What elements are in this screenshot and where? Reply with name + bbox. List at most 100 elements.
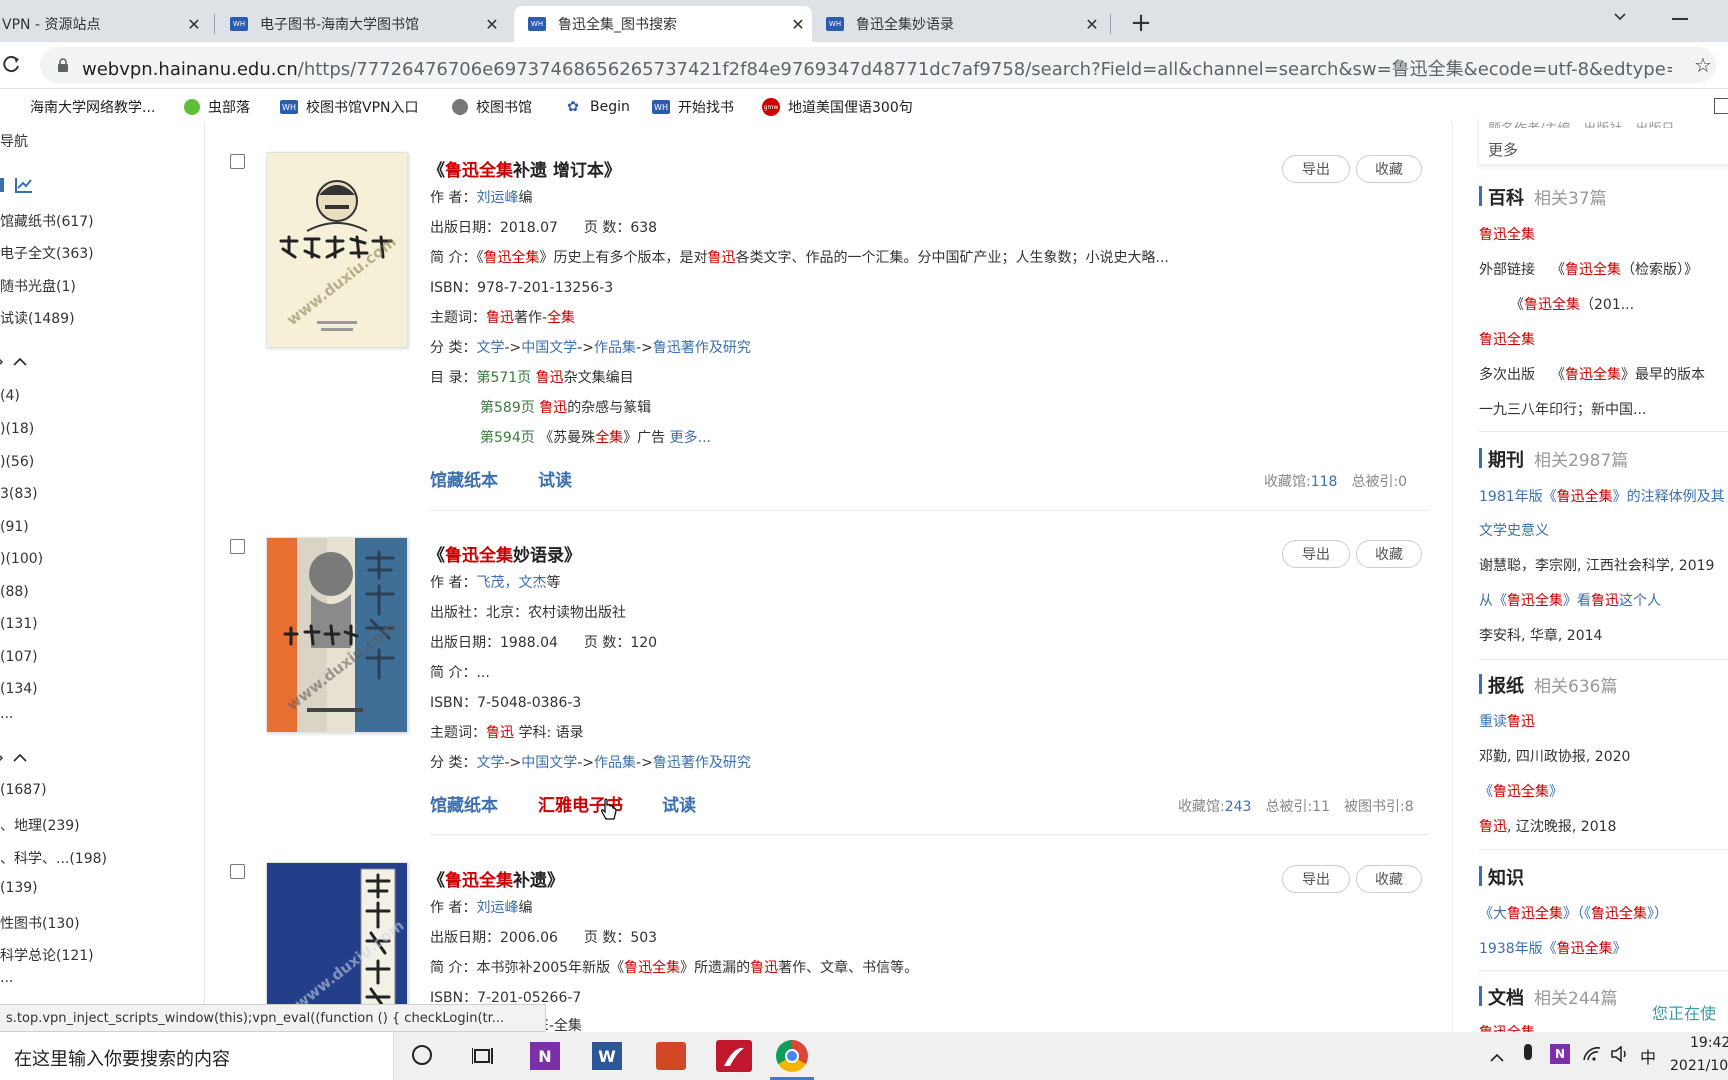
chrome-app-icon[interactable] bbox=[776, 1040, 808, 1072]
favorite-button[interactable]: 收藏 bbox=[1356, 155, 1422, 183]
facet-subject-item[interactable]: 科学总论(121) bbox=[0, 945, 94, 965]
favorite-button[interactable]: 收藏 bbox=[1356, 865, 1422, 893]
trial-read-link[interactable]: 试读 bbox=[662, 791, 696, 816]
reading-list-icon[interactable] bbox=[1714, 98, 1728, 114]
paper-holding-link[interactable]: 馆藏纸本 bbox=[430, 466, 498, 491]
class-link[interactable]: 鲁迅著作及研究 bbox=[653, 340, 751, 356]
journal-link[interactable]: 文学史意义 bbox=[1479, 520, 1549, 540]
online-service-float[interactable]: 您正在使 bbox=[1652, 1000, 1716, 1024]
microphone-icon[interactable] bbox=[1524, 1044, 1532, 1060]
knowledge-link[interactable]: 《大鲁迅全集》（《鲁迅全集》） bbox=[1479, 903, 1668, 923]
lock-icon[interactable] bbox=[56, 57, 70, 77]
paper-holding-link[interactable]: 馆藏纸本 bbox=[430, 791, 498, 816]
baike-link[interactable]: 鲁迅全集 bbox=[1479, 224, 1535, 244]
tab-ebook[interactable]: WH 电子图书-海南大学图书馆 ✕ bbox=[216, 6, 506, 42]
doc-link-cut[interactable]: 鲁迅全集 bbox=[1479, 1022, 1579, 1032]
section-baike-heading[interactable]: 百科 相关37篇 bbox=[1488, 184, 1607, 210]
section-journal-heading[interactable]: 期刊 相关2987篇 bbox=[1488, 446, 1628, 472]
facet-year-item[interactable]: (91) bbox=[0, 519, 29, 535]
bookmark-wangluo[interactable]: 海南大学网络教学... bbox=[30, 94, 155, 120]
toc-link[interactable]: 第589页 bbox=[480, 400, 535, 416]
class-link[interactable]: 作品集 bbox=[594, 755, 636, 771]
related-top-more[interactable]: 更多 bbox=[1488, 139, 1518, 160]
author-link[interactable]: 飞茂，文杰 bbox=[476, 575, 546, 591]
facet-year-item[interactable]: (107) bbox=[0, 649, 38, 665]
author-link[interactable]: 刘运峰 bbox=[476, 900, 518, 916]
bookmark-vpn-entry[interactable]: WH 校图书馆VPN入口 bbox=[280, 94, 419, 120]
tab-miaoyulu[interactable]: WH 鲁迅全集妙语录 ✕ bbox=[812, 6, 1106, 42]
result-title[interactable]: 《鲁迅全集补遗》 bbox=[428, 866, 564, 891]
volume-icon[interactable] bbox=[1610, 1045, 1630, 1066]
export-button[interactable]: 导出 bbox=[1282, 155, 1350, 183]
favorite-button[interactable]: 收藏 bbox=[1356, 540, 1422, 568]
facet-year-item[interactable]: )(100) bbox=[0, 551, 43, 567]
new-tab-button[interactable]: + bbox=[1124, 6, 1158, 40]
reload-icon[interactable] bbox=[2, 54, 22, 78]
close-icon[interactable]: ✕ bbox=[1078, 15, 1106, 34]
facet-subject-item[interactable]: 、科学、...(198) bbox=[0, 848, 107, 868]
facet-more[interactable]: ... bbox=[0, 970, 13, 986]
newspaper-link[interactable]: 重读鲁迅 bbox=[1479, 711, 1535, 731]
facet-subject-item[interactable]: (1687) bbox=[0, 782, 47, 798]
facet-year-item[interactable]: 3(83) bbox=[0, 486, 38, 502]
trial-read-link[interactable]: 试读 bbox=[538, 466, 572, 491]
class-link[interactable]: 作品集 bbox=[594, 340, 636, 356]
url-text[interactable]: webvpn.hainanu.edu.cn/https/77726476706e… bbox=[82, 55, 1672, 81]
baike-row[interactable]: 《鲁迅全集（201... bbox=[1510, 294, 1634, 314]
bookmark-slang[interactable]: gmw 地道美国俚语300句 bbox=[762, 94, 913, 120]
facet-more[interactable]: ... bbox=[0, 706, 13, 722]
facet-paper-books[interactable]: 馆藏纸书(617) bbox=[0, 211, 94, 231]
section-doc-heading[interactable]: 文档 相关244篇 bbox=[1488, 984, 1617, 1010]
facet-cd[interactable]: 随书光盘(1) bbox=[0, 276, 76, 296]
ime-indicator[interactable]: 中 bbox=[1640, 1044, 1656, 1068]
knowledge-link[interactable]: 1938年版《鲁迅全集》 bbox=[1479, 938, 1627, 958]
close-icon[interactable]: ✕ bbox=[180, 15, 208, 34]
facet-trial[interactable]: 试读(1489) bbox=[0, 308, 75, 328]
facet-year-item[interactable]: (134) bbox=[0, 681, 38, 697]
clock-time[interactable]: 19:42 bbox=[1690, 1035, 1728, 1051]
cortana-icon[interactable] bbox=[412, 1045, 432, 1065]
word-app-icon[interactable]: W bbox=[592, 1042, 622, 1070]
tab-search-chevron-icon[interactable] bbox=[1612, 8, 1628, 28]
result-checkbox[interactable] bbox=[230, 539, 245, 554]
facet-year-item[interactable]: )(18) bbox=[0, 421, 34, 437]
tray-chevron-up-icon[interactable] bbox=[1490, 1048, 1504, 1067]
baike-link[interactable]: 鲁迅全集 bbox=[1479, 329, 1535, 349]
export-button[interactable]: 导出 bbox=[1282, 540, 1350, 568]
class-link[interactable]: 文学 bbox=[476, 340, 504, 356]
bookmark-begin[interactable]: ✿ Begin bbox=[564, 94, 630, 120]
facet-subject-item[interactable]: 性图书(130) bbox=[0, 913, 80, 933]
minimize-icon[interactable] bbox=[1672, 18, 1688, 20]
trend-chart-icon[interactable] bbox=[14, 176, 34, 198]
author-link[interactable]: 刘运峰 bbox=[476, 190, 518, 206]
facet-year-item[interactable]: (4) bbox=[0, 388, 20, 404]
tab-search-active[interactable]: WH 鲁迅全集_图书搜索 ✕ bbox=[514, 6, 812, 42]
facet-group-subject-chevron-icon[interactable] bbox=[0, 750, 30, 770]
result-title[interactable]: 《鲁迅全集补遗 增订本》 bbox=[428, 156, 621, 181]
close-icon[interactable]: ✕ bbox=[478, 15, 506, 34]
wifi-icon[interactable] bbox=[1582, 1046, 1602, 1066]
result-title[interactable]: 《鲁迅全集妙语录》 bbox=[428, 541, 581, 566]
onenote-app-icon[interactable]: N bbox=[530, 1042, 560, 1070]
class-link[interactable]: 中国文学 bbox=[521, 340, 577, 356]
facet-fulltext[interactable]: 电子全文(363) bbox=[0, 243, 94, 263]
close-icon[interactable]: ✕ bbox=[784, 15, 812, 34]
section-newspaper-heading[interactable]: 报纸 相关636篇 bbox=[1488, 672, 1617, 698]
toc-more-link[interactable]: 更多... bbox=[670, 430, 711, 446]
tab-vpn[interactable]: VPN - 资源站点 ✕ bbox=[0, 6, 208, 42]
class-link[interactable]: 中国文学 bbox=[521, 755, 577, 771]
facet-year-item[interactable]: )(56) bbox=[0, 454, 34, 470]
journal-link[interactable]: 从《鲁迅全集》看鲁迅这个人 bbox=[1479, 590, 1661, 610]
newspaper-link[interactable]: 《鲁迅全集》 bbox=[1479, 781, 1563, 801]
journal-link[interactable]: 1981年版《鲁迅全集》的注释体例及其 bbox=[1479, 486, 1728, 506]
class-link[interactable]: 文学 bbox=[476, 755, 504, 771]
task-view-icon[interactable] bbox=[471, 1046, 496, 1070]
section-knowledge-heading[interactable]: 知识 bbox=[1488, 864, 1524, 890]
facet-group-year-chevron-icon[interactable] bbox=[0, 354, 30, 374]
facet-subject-item[interactable]: 、地理(239) bbox=[0, 815, 80, 835]
result-checkbox[interactable] bbox=[230, 154, 245, 169]
bookmark-library[interactable]: 校图书馆 bbox=[452, 94, 532, 120]
reader-app-icon[interactable] bbox=[716, 1040, 752, 1072]
facet-nav[interactable]: 导航 bbox=[0, 131, 28, 151]
clock-date[interactable]: 2021/10 bbox=[1670, 1058, 1728, 1074]
